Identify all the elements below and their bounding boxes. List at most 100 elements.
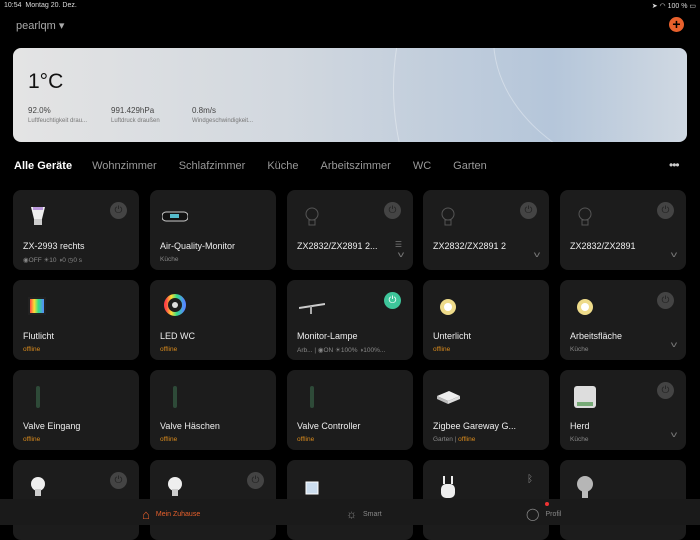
offline-badge: offline: [297, 436, 315, 443]
notification-dot: [545, 502, 549, 506]
device-card[interactable]: Valve Eingang offline: [13, 370, 139, 450]
time: 10:54: [4, 2, 22, 9]
power-button[interactable]: ⏻: [110, 472, 127, 489]
device-status: offline: [433, 346, 450, 353]
chevron-down-icon[interactable]: v: [671, 340, 677, 349]
humidity-stat: 92.0% Luftfeuchtigkeit drau...: [28, 106, 88, 124]
ring-light-yellow-icon: [577, 299, 593, 315]
device-card[interactable]: ⏻ Monitor-Lampe Arb... | ◉ON ☀100% ◑100%..…: [287, 280, 413, 360]
device-name: Valve Eingang: [23, 421, 81, 431]
chevron-down-icon[interactable]: v: [671, 430, 677, 439]
device-card[interactable]: ⏻ ☰ ZX2832/ZX2891 2... v: [287, 190, 413, 270]
filament-bulb-icon: [577, 476, 593, 498]
chevron-down-icon[interactable]: v: [398, 250, 404, 259]
pressure-stat: 991.429hPa Luftdruck draußen: [111, 106, 160, 124]
power-button[interactable]: ⏻: [110, 202, 127, 219]
valve-icon: [36, 386, 40, 408]
ring-light-icon: [164, 294, 186, 316]
bulb-icon: [168, 477, 182, 496]
device-card[interactable]: Zigbee Gareway G... Garten | offline: [423, 370, 549, 450]
device-card[interactable]: ⏻ ZX2832/ZX2891 2 v: [423, 190, 549, 270]
nav-smart[interactable]: ☼ Smart: [346, 507, 382, 521]
wind-stat: 0.8m/s Windgeschwindigkeit...: [192, 106, 254, 124]
valve-icon: [173, 386, 177, 408]
device-card[interactable]: Unterlicht offline: [423, 280, 549, 360]
device-card[interactable]: ⏻ ZX2832/ZX2891 v: [560, 190, 686, 270]
device-name: Herd: [570, 421, 590, 431]
tab-wc[interactable]: WC: [413, 160, 431, 172]
bulb-outline-icon: [441, 207, 455, 226]
device-name: Valve Controller: [297, 421, 361, 431]
sensor-icon: [305, 481, 319, 495]
plus-icon[interactable]: +: [669, 17, 684, 32]
device-card[interactable]: Valve Häschen offline: [150, 370, 276, 450]
ring-light-yellow-icon: [440, 299, 456, 315]
group-icon: ☰: [394, 240, 402, 249]
device-status: offline: [297, 436, 314, 443]
spot-bulb-icon: [31, 207, 45, 225]
tab-alle-geraete[interactable]: Alle Geräte: [14, 160, 72, 172]
device-card[interactable]: ⏻ Arbeitsfläche Küche v: [560, 280, 686, 360]
power-button[interactable]: ⏻: [384, 292, 401, 309]
tab-arbeitszimmer[interactable]: Arbeitszimmer: [321, 160, 391, 172]
offline-badge: offline: [160, 436, 178, 443]
room-tabs: Alle Geräte Wohnzimmer Schlafzimmer Küch…: [14, 160, 509, 172]
power-button[interactable]: ⏻: [657, 202, 674, 219]
home-selector[interactable]: pearlqm ▾: [16, 19, 64, 32]
bottom-nav: ⌂ Mein Zuhause ☼ Smart ◯ Profil: [0, 499, 700, 525]
power-button[interactable]: ⏻: [657, 292, 674, 309]
bluetooth-icon: ᛒ: [527, 474, 533, 485]
bulb-outline-icon: [578, 207, 592, 226]
power-button[interactable]: ⏻: [657, 382, 674, 399]
chevron-down-icon[interactable]: v: [671, 250, 677, 259]
battery: ➤ ◠ 100 % ▭: [651, 3, 696, 10]
device-name: Monitor-Lampe: [297, 331, 358, 341]
tab-kueche[interactable]: Küche: [267, 160, 298, 172]
offline-badge: offline: [433, 346, 451, 353]
device-status: Küche: [570, 436, 589, 443]
tab-schlafzimmer[interactable]: Schlafzimmer: [179, 160, 246, 172]
device-card[interactable]: Air-Quality-Monitor Küche: [150, 190, 276, 270]
device-name: Flutlicht: [23, 331, 55, 341]
device-status: Garten | offline: [433, 436, 476, 443]
device-status: ◉OFF ☀10 ◑0 ◷0 s: [23, 257, 83, 264]
home-icon: ⌂: [142, 507, 150, 522]
device-name: Arbeitsfläche: [570, 331, 623, 341]
power-button[interactable]: ⏻: [384, 202, 401, 219]
device-status: Küche: [570, 346, 589, 353]
switch-module-icon: [574, 386, 596, 408]
device-status: offline: [160, 436, 177, 443]
device-status: Arb... | ◉ON ☀100% ◑100%...: [297, 347, 386, 354]
tab-garten[interactable]: Garten: [453, 160, 487, 172]
device-card[interactable]: LED WC offline: [150, 280, 276, 360]
chevron-down-icon[interactable]: v: [534, 250, 540, 259]
monitor-lamp-icon: [299, 303, 325, 314]
device-name: Zigbee Gareway G...: [433, 421, 517, 431]
valve-icon: [310, 386, 314, 408]
offline-badge: offline: [23, 436, 41, 443]
power-button[interactable]: ⏻: [247, 472, 264, 489]
air-monitor-icon: [162, 211, 188, 222]
device-card[interactable]: Flutlicht offline: [13, 280, 139, 360]
device-status: Küche: [160, 256, 179, 263]
bulb-icon: [31, 477, 45, 496]
weather-card[interactable]: 1°C 92.0% Luftfeuchtigkeit drau... 991.42…: [13, 48, 687, 142]
offline-badge: offline: [23, 346, 41, 353]
device-card[interactable]: Valve Controller offline: [287, 370, 413, 450]
device-name: Unterlicht: [433, 331, 472, 341]
device-name: LED WC: [160, 331, 196, 341]
nav-profil[interactable]: ◯ Profil: [526, 507, 561, 521]
temperature: 1°C: [28, 70, 64, 93]
tab-wohnzimmer[interactable]: Wohnzimmer: [92, 160, 157, 172]
power-button[interactable]: ⏻: [520, 202, 537, 219]
device-card[interactable]: ⏻ Herd Küche v: [560, 370, 686, 450]
device-name: Air-Quality-Monitor: [160, 241, 236, 251]
device-name: ZX2832/ZX2891 2...: [297, 241, 378, 251]
nav-mein-zuhause[interactable]: ⌂ Mein Zuhause: [142, 507, 200, 522]
status-bar: 10:54 Montag 20. Dez. ➤ ◠ 100 % ▭: [4, 2, 696, 10]
device-card[interactable]: ⏻ ZX-2993 rechts ◉OFF ☀10 ◑0 ◷0 s: [13, 190, 139, 270]
more-icon[interactable]: •••: [669, 158, 680, 172]
gateway-icon: [437, 391, 460, 404]
device-name: Valve Häschen: [160, 421, 220, 431]
earbuds-icon: [441, 476, 455, 498]
